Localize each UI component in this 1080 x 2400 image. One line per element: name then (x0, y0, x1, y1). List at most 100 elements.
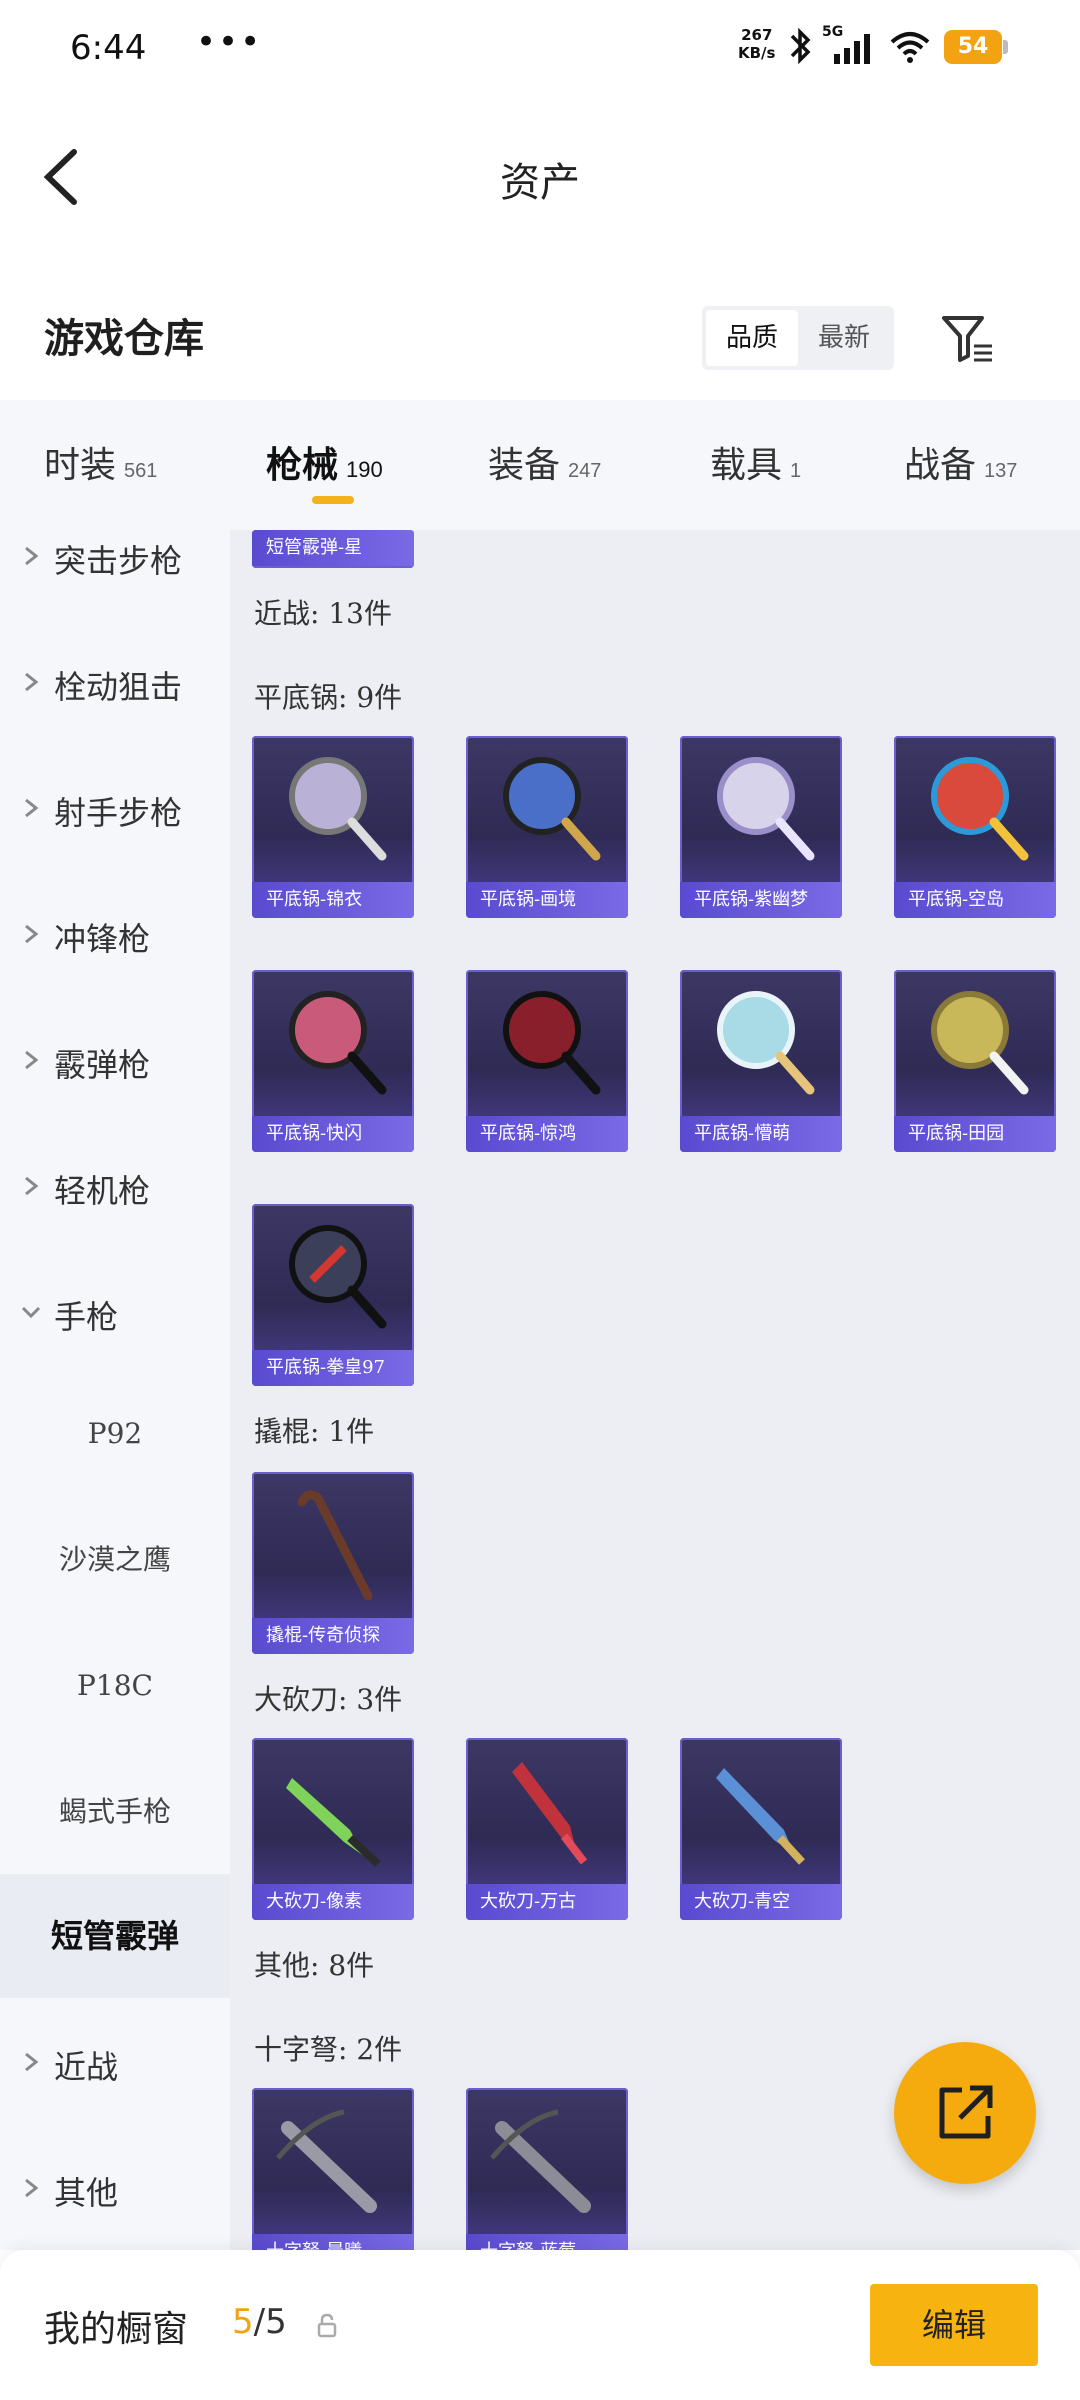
item-card[interactable]: 平底锅-懵萌 (680, 970, 842, 1152)
sidebar-item-melee[interactable]: 近战 (0, 2014, 230, 2114)
sidebar-item-label: 栓动狙击 (54, 668, 183, 706)
sidebar-item-other[interactable]: 其他 (0, 2140, 230, 2240)
tab-vehicles[interactable]: 载具 1 (710, 436, 801, 488)
item-name: 十字弩-蓝莓 (466, 2234, 628, 2250)
tab-label: 枪械 (266, 444, 339, 486)
chevron-right-icon (25, 672, 39, 692)
pan-image (931, 991, 1029, 1095)
item-name: 平底锅-紫幽梦 (680, 882, 842, 918)
item-card[interactable]: 平底锅-拳皇97 (252, 1204, 414, 1386)
sidebar-item-lmg[interactable]: 轻机枪 (0, 1138, 230, 1238)
crowbar-image (297, 1490, 373, 1601)
tab-label: 战备 (904, 445, 977, 486)
section-crowbar: 撬棍: 1件 (254, 1415, 375, 1448)
chevron-right-icon (25, 1176, 39, 1196)
crossbow-image (276, 2109, 377, 2213)
item-card[interactable]: 十字弩-晨曦 (252, 2088, 414, 2250)
pan-image (717, 991, 815, 1095)
tab-equipment[interactable]: 装备 247 (488, 436, 601, 488)
sidebar-sub-skorpion[interactable]: 蝎式手枪 (0, 1762, 230, 1862)
sidebar-item-label: 轻机枪 (54, 1172, 151, 1210)
pan-image (503, 757, 601, 861)
sidebar-item-sawed-off-selected[interactable]: 短管霰弹 (0, 1874, 230, 1998)
warehouse-header: 游戏仓库 品质 最新 (0, 270, 1080, 400)
tab-firearms[interactable]: 枪械 190 (266, 436, 383, 488)
sidebar-item-marksman-rifle[interactable]: 射手步枪 (0, 760, 230, 860)
sidebar-sub-p92[interactable]: P92 (0, 1384, 230, 1484)
showcase-title: 我的橱窗 (44, 2309, 189, 2350)
sidebar-item-label: 突击步枪 (54, 542, 183, 580)
item-grid: 短管霰弹-星 近战: 13件 平底锅: 9件 平底锅-锦衣 平底锅-画境 平底锅… (230, 530, 1080, 2250)
item-card[interactable]: 大砍刀-万古 (466, 1738, 628, 1920)
item-card[interactable]: 大砍刀-像素 (252, 1738, 414, 1920)
tab-fashion[interactable]: 时装 561 (44, 436, 157, 488)
item-card[interactable]: 平底锅-空岛 (894, 736, 1056, 918)
item-card[interactable]: 大砍刀-青空 (680, 1738, 842, 1920)
app-header: 资产 (0, 100, 1080, 250)
item-name: 短管霰弹-星 (252, 530, 414, 566)
signal-icon (834, 34, 870, 64)
sidebar-item-shotgun[interactable]: 霰弹枪 (0, 1012, 230, 1112)
active-tab-indicator (312, 496, 354, 504)
tab-combat-prep[interactable]: 战备 137 (904, 436, 1017, 488)
status-bar: 6:44 ••• 267 KB/s 5G 54 (0, 0, 1080, 100)
item-card[interactable]: 十字弩-蓝莓 (466, 2088, 628, 2250)
tab-count: 137 (984, 460, 1018, 482)
item-card[interactable]: 平底锅-惊鸿 (466, 970, 628, 1152)
sort-newest-option[interactable]: 最新 (798, 310, 890, 366)
share-button[interactable] (894, 2042, 1036, 2184)
chevron-right-icon (25, 924, 39, 944)
category-sidebar: 突击步枪 栓动狙击 射手步枪 冲锋枪 霰弹枪 轻机枪 手枪 P92 沙漠之鹰 P… (0, 530, 230, 2250)
page-title: 资产 (500, 160, 580, 206)
item-name: 平底锅-快闪 (252, 1116, 414, 1152)
item-card[interactable]: 平底锅-田园 (894, 970, 1056, 1152)
pan-image (289, 991, 387, 1095)
chevron-right-icon (25, 2178, 39, 2198)
sidebar-item-assault-rifle[interactable]: 突击步枪 (0, 530, 230, 608)
pan-image (289, 1225, 387, 1329)
sidebar-item-label: 手枪 (54, 1298, 119, 1336)
wifi-icon (890, 32, 930, 63)
sidebar-item-label: 其他 (54, 2174, 119, 2212)
item-card[interactable]: 平底锅-紫幽梦 (680, 736, 842, 918)
section-melee: 近战: 13件 (254, 597, 392, 630)
item-name: 十字弩-晨曦 (252, 2234, 414, 2250)
tab-label: 装备 (488, 445, 561, 486)
machete-image (286, 1778, 381, 1867)
net-speed-value: 267 (741, 26, 773, 44)
item-card[interactable]: 平底锅-锦衣 (252, 736, 414, 918)
sidebar-item-label: 射手步枪 (54, 794, 183, 832)
sort-quality-option[interactable]: 品质 (706, 310, 798, 366)
sidebar-item-smg[interactable]: 冲锋枪 (0, 886, 230, 986)
tab-count: 247 (568, 460, 602, 482)
lock-icon[interactable] (316, 2312, 338, 2338)
item-card[interactable]: 撬棍-传奇侦探 (252, 1472, 414, 1654)
machete-image (512, 1762, 588, 1865)
filter-icon[interactable] (938, 310, 998, 370)
section-other: 其他: 8件 (254, 1949, 375, 1982)
sidebar-item-label: 霰弹枪 (54, 1046, 151, 1084)
category-tabs: 时装 561 枪械 190 装备 247 载具 1 战备 137 (0, 400, 1080, 530)
showcase-count: 5/5 (232, 2302, 287, 2342)
item-card[interactable]: 平底锅-快闪 (252, 970, 414, 1152)
sidebar-sub-p18c[interactable]: P18C (0, 1636, 230, 1736)
item-card[interactable]: 短管霰弹-星 (252, 530, 414, 568)
sidebar-sub-desert-eagle[interactable]: 沙漠之鹰 (0, 1510, 230, 1610)
sidebar-item-pistol[interactable]: 手枪 (0, 1264, 230, 1364)
tab-label: 载具 (710, 445, 783, 486)
item-name: 平底锅-锦衣 (252, 882, 414, 918)
edit-button[interactable]: 编辑 (870, 2284, 1038, 2366)
chevron-right-icon (25, 546, 39, 566)
tab-label: 时装 (44, 445, 117, 486)
bluetooth-icon (790, 27, 811, 65)
item-name: 平底锅-田园 (894, 1116, 1056, 1152)
machete-image (716, 1768, 805, 1865)
item-name: 撬棍-传奇侦探 (252, 1618, 414, 1654)
chevron-right-icon (25, 1050, 39, 1070)
sidebar-item-bolt-sniper[interactable]: 栓动狙击 (0, 634, 230, 734)
item-card[interactable]: 平底锅-画境 (466, 736, 628, 918)
item-name: 平底锅-画境 (466, 882, 628, 918)
chevron-down-icon (21, 1306, 41, 1319)
pan-image (717, 757, 815, 861)
pan-image (289, 757, 387, 861)
